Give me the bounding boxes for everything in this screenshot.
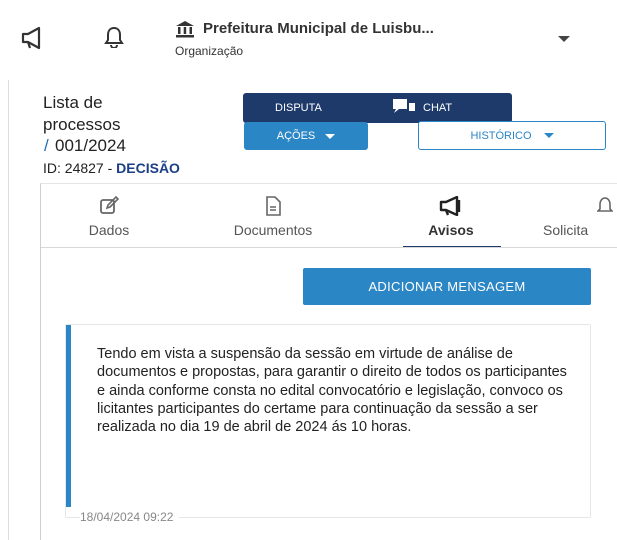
tab-documentos[interactable]: Documentos [218,196,328,238]
process-panel: Dados Documentos Avisos Solicita ADICION… [40,183,617,540]
tab-documentos-label: Documentos [233,222,313,238]
active-tab-indicator [403,246,501,247]
message-card: Tendo em vista a suspensão da sessão em … [65,324,591,524]
bank-icon [175,19,195,39]
organization-label: Organização [175,44,244,58]
top-bar: Prefeitura Municipal de Luisbu... Organi… [0,0,617,80]
chevron-down-icon [543,133,554,138]
tab-solicitacoes[interactable]: Solicita [543,196,617,238]
bell-icon [596,196,617,216]
acoes-label: AÇÕES [276,130,316,142]
tab-dados-label: Dados [88,222,130,238]
megaphone-icon [411,195,491,217]
message-text: Tendo em vista a suspensão da sessão em … [97,346,567,436]
process-id-prefix: ID: 24827 - [43,160,117,176]
tab-avisos-label: Avisos [428,222,474,238]
chat-label: CHAT [423,102,453,114]
breadcrumb-separator: / [44,136,49,155]
document-icon [218,196,328,216]
tab-bar: Dados Documentos Avisos Solicita [41,184,617,248]
tab-solicitacoes-label: Solicita [543,222,589,238]
process-id: ID: 24827 - DECISÃO [43,160,180,176]
add-message-button[interactable]: ADICIONAR MENSAGEM [303,268,591,305]
chat-button[interactable]: CHAT [393,93,452,123]
historico-label: HISTÓRICO [470,129,532,142]
organization-name[interactable]: Prefeitura Municipal de Luisbu... [203,20,434,37]
tab-avisos[interactable]: Avisos [411,195,491,238]
divider [8,80,9,540]
bell-icon[interactable] [103,26,125,48]
message-accent-bar [66,325,71,507]
tab-dados[interactable]: Dados [79,195,139,238]
chevron-down-icon[interactable] [558,36,570,42]
chat-icon [393,98,415,118]
megaphone-icon[interactable] [20,26,46,50]
chevron-down-icon [325,133,336,139]
acoes-button[interactable]: AÇÕES [244,122,368,150]
disputa-button[interactable]: DISPUTA [243,93,393,123]
process-number: 001/2024 [55,136,126,155]
status-badge: DECISÃO [116,160,180,176]
edit-icon [79,195,139,216]
historico-button[interactable]: HISTÓRICO [418,121,606,150]
message-timestamp: 18/04/2024 09:22 [80,510,180,524]
dispute-chat-group: DISPUTA CHAT [243,93,512,123]
process-list-link[interactable]: Lista de processos [43,92,183,136]
